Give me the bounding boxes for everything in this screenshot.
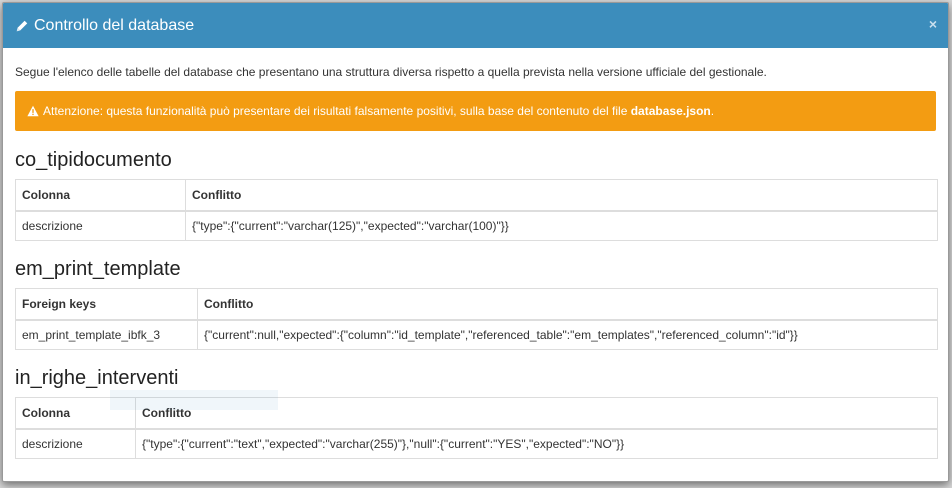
warning-file-name: database.json bbox=[630, 104, 711, 118]
section-title-in-righe-interventi: in_righe_interventi bbox=[15, 367, 179, 389]
cell-conflict: {"type":{"current":"text","expected":"va… bbox=[135, 428, 938, 459]
table-row: descrizione {"type":{"current":"text","e… bbox=[15, 428, 938, 459]
database-check-modal: Controllo del database × Segue l'elenco … bbox=[2, 2, 949, 482]
table-row: em_print_template_ibfk_3 {"current":null… bbox=[15, 319, 938, 350]
cell-name: descrizione bbox=[15, 428, 136, 459]
table-row: descrizione {"type":{"current":"varchar(… bbox=[15, 210, 938, 241]
modal-title-text: Controllo del database bbox=[34, 16, 195, 34]
warning-callout: Attenzione: questa funzionalità può pres… bbox=[15, 91, 936, 131]
cell-name: em_print_template_ibfk_3 bbox=[15, 319, 198, 350]
section-title-co-tipidocumento: co_tipidocumento bbox=[15, 149, 172, 171]
conflict-table-co-tipidocumento: Colonna Conflitto descrizione {"type":{"… bbox=[15, 179, 938, 241]
warning-suffix: . bbox=[710, 104, 715, 118]
intro-text: Segue l'elenco delle tabelle del databas… bbox=[15, 65, 767, 79]
column-header-conflict: Conflitto bbox=[185, 179, 938, 212]
drag-ghost bbox=[110, 390, 278, 410]
column-header-name: Foreign keys bbox=[15, 288, 198, 321]
cell-conflict: {"type":{"current":"varchar(125)","expec… bbox=[185, 210, 938, 241]
pencil-icon bbox=[16, 20, 28, 31]
warning-icon bbox=[27, 105, 39, 117]
cell-conflict: {"current":null,"expected":{"column":"id… bbox=[197, 319, 938, 350]
section-title-em-print-template: em_print_template bbox=[15, 258, 181, 280]
conflict-table-em-print-template: Foreign keys Conflitto em_print_template… bbox=[15, 288, 938, 350]
warning-text: Attenzione: questa funzionalità può pres… bbox=[43, 104, 628, 118]
modal-header: Controllo del database × bbox=[3, 3, 948, 48]
close-button[interactable]: × bbox=[929, 16, 937, 32]
cell-name: descrizione bbox=[15, 210, 186, 241]
modal-title: Controllo del database bbox=[15, 17, 194, 35]
column-header-conflict: Conflitto bbox=[197, 288, 938, 321]
column-header-name: Colonna bbox=[15, 179, 186, 212]
